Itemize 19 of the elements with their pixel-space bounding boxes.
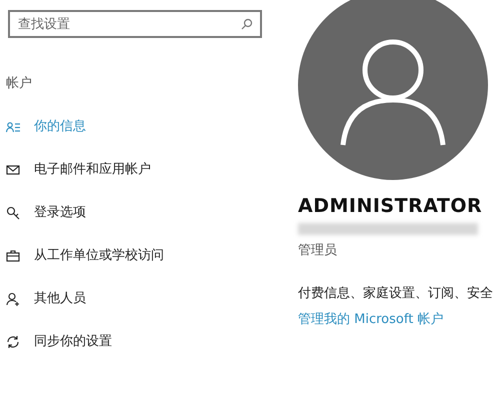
account-description: 付费信息、家庭设置、订阅、安全	[298, 285, 494, 303]
sidebar-item[interactable]: 从工作单位或学校访问	[6, 234, 262, 278]
sidebar-item[interactable]: 你的信息	[6, 106, 262, 148]
sidebar-item[interactable]: 电子邮件和应用帐户	[6, 148, 262, 192]
sidebar-item[interactable]: 登录选项	[6, 192, 262, 234]
sidebar-item[interactable]: 同步你的设置	[6, 320, 262, 364]
briefcase-icon	[6, 249, 20, 263]
sync-icon	[6, 335, 20, 349]
manage-account-link[interactable]: 管理我的 Microsoft 帐户	[298, 310, 444, 329]
sidebar-item[interactable]: 其他人员	[6, 278, 262, 320]
account-type: 管理员	[298, 242, 338, 260]
person-icon	[6, 292, 20, 306]
info-icon	[6, 120, 20, 134]
user-name: ADMINISTRATOR	[298, 194, 484, 219]
search-icon	[241, 18, 253, 30]
key-icon	[6, 206, 20, 220]
search-field[interactable]: 查找设置	[8, 10, 262, 38]
section-heading: 帐户	[6, 75, 33, 93]
mail-icon	[6, 163, 20, 177]
